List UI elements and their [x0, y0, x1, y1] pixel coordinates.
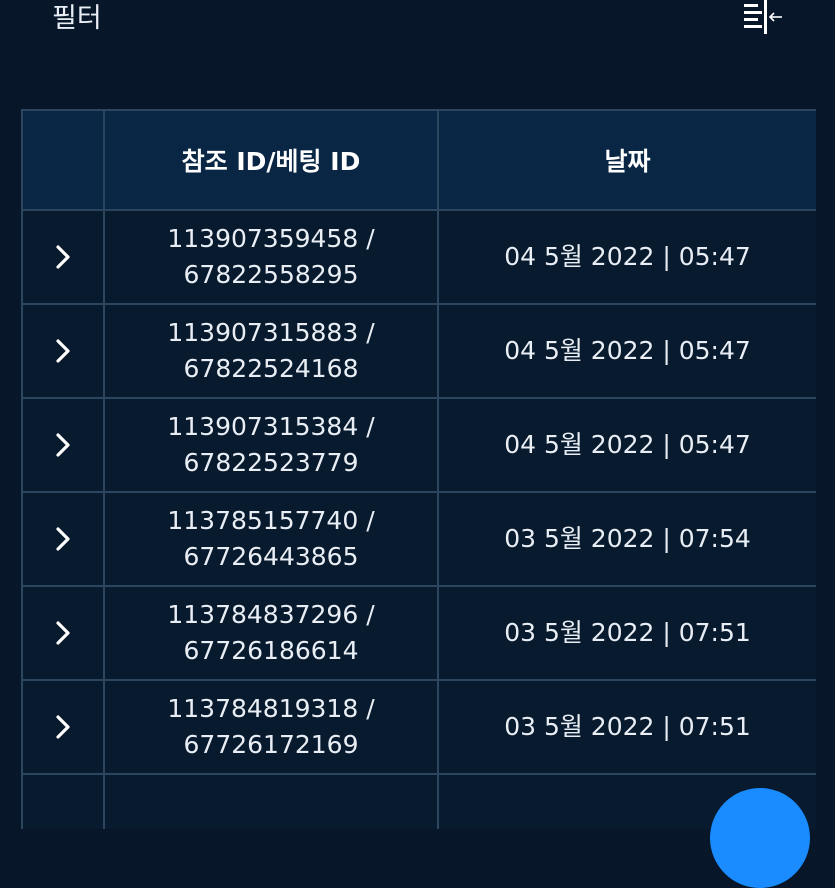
ref-id: 113907315384 /	[167, 412, 375, 441]
date-cell: 03 5월 2022 | 07:51	[437, 679, 816, 775]
expand-row-button[interactable]	[21, 491, 105, 587]
bet-id: 67726443865	[183, 542, 359, 571]
ref-bet-id-cell: 113907315883 / 67822524168	[103, 303, 439, 399]
ref-bet-id-cell: 113784837296 / 67726186614	[103, 585, 439, 681]
date-cell: 04 5월 2022 | 05:47	[437, 303, 816, 399]
filter-label[interactable]: 필터	[52, 2, 102, 36]
chevron-right-icon	[56, 715, 70, 739]
ref-id: 113784819318 /	[167, 694, 375, 723]
collapse-panel-button[interactable]	[740, 0, 788, 38]
ref-id: 113784837296 /	[167, 600, 375, 629]
bet-id: 67822523779	[183, 448, 359, 477]
ref-bet-id-cell: 113785157740 / 67726443865	[103, 491, 439, 587]
chevron-right-icon	[56, 527, 70, 551]
table-row[interactable]: 113784837296 / 67726186614 03 5월 2022 | …	[21, 585, 816, 681]
floating-action-button[interactable]	[710, 788, 810, 888]
table-row[interactable]: 113784819318 / 67726172169 03 5월 2022 | …	[21, 679, 816, 775]
expand-row-button[interactable]	[21, 679, 105, 775]
table-header-row: 참조 ID/베팅 ID 날짜	[21, 109, 816, 211]
table-row-partial[interactable]	[21, 773, 816, 829]
expand-row-button[interactable]	[21, 585, 105, 681]
table-row[interactable]: 113907359458 / 67822558295 04 5월 2022 | …	[21, 209, 816, 305]
table-row[interactable]: 113907315883 / 67822524168 04 5월 2022 | …	[21, 303, 816, 399]
expand-row-button[interactable]	[21, 773, 105, 829]
bet-history-table: 참조 ID/베팅 ID 날짜 113907359458 / 6782255829…	[21, 109, 816, 829]
ref-bet-id-cell	[103, 773, 439, 829]
column-header-expand	[21, 109, 105, 211]
collapse-panel-icon	[744, 0, 782, 34]
ref-bet-id-cell: 113784819318 / 67726172169	[103, 679, 439, 775]
ref-id: 113907359458 /	[167, 224, 375, 253]
column-header-date[interactable]: 날짜	[437, 109, 816, 211]
ref-bet-id-cell: 113907315384 / 67822523779	[103, 397, 439, 493]
column-header-ref-id[interactable]: 참조 ID/베팅 ID	[103, 109, 439, 211]
chevron-right-icon	[56, 245, 70, 269]
date-cell: 04 5월 2022 | 05:47	[437, 397, 816, 493]
date-cell: 03 5월 2022 | 07:54	[437, 491, 816, 587]
expand-row-button[interactable]	[21, 209, 105, 305]
expand-row-button[interactable]	[21, 303, 105, 399]
bet-id: 67726186614	[183, 636, 359, 665]
chevron-right-icon	[56, 339, 70, 363]
bet-id: 67726172169	[183, 730, 359, 759]
ref-id: 113785157740 /	[167, 506, 375, 535]
ref-id: 113907315883 /	[167, 318, 375, 347]
bet-id: 67822524168	[183, 354, 359, 383]
table-row[interactable]: 113785157740 / 67726443865 03 5월 2022 | …	[21, 491, 816, 587]
expand-row-button[interactable]	[21, 397, 105, 493]
chevron-right-icon	[56, 621, 70, 645]
date-cell: 03 5월 2022 | 07:51	[437, 585, 816, 681]
date-cell: 04 5월 2022 | 05:47	[437, 209, 816, 305]
bet-id: 67822558295	[183, 260, 359, 289]
ref-bet-id-cell: 113907359458 / 67822558295	[103, 209, 439, 305]
table-row[interactable]: 113907315384 / 67822523779 04 5월 2022 | …	[21, 397, 816, 493]
chevron-right-icon	[56, 433, 70, 457]
